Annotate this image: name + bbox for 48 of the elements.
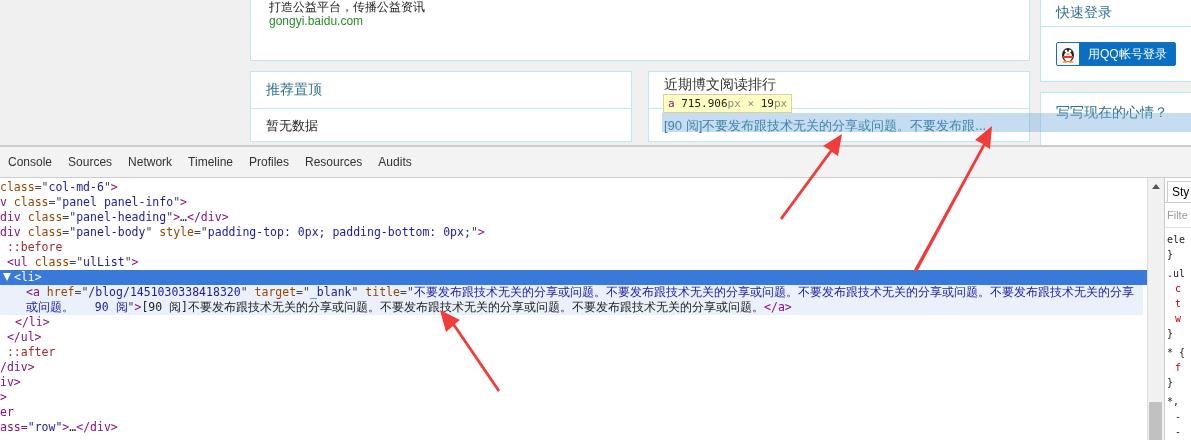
panel-heading: 推荐置顶: [266, 81, 322, 99]
size-tooltip: a 715.906px × 19px: [663, 94, 793, 113]
devtools-tab[interactable]: Audits: [370, 155, 420, 169]
style-rule-text: t: [1174, 297, 1183, 311]
style-rule-text: }: [1167, 376, 1175, 390]
code-line[interactable]: class="col-md-6">: [0, 180, 1147, 195]
code-line[interactable]: div class="panel-heading">…</div>: [0, 210, 1147, 225]
code-line[interactable]: /div>: [0, 360, 1147, 375]
style-rule-text: * {: [1167, 346, 1187, 360]
styles-tab[interactable]: Sty: [1167, 181, 1191, 202]
devtools-tab[interactable]: Network: [120, 155, 181, 169]
scroll-up-icon[interactable]: [1152, 184, 1160, 189]
devtools-tab[interactable]: Profiles: [241, 155, 297, 169]
code-line[interactable]: ::after: [0, 345, 1147, 360]
style-rule-text: ele: [1167, 233, 1187, 247]
devtools-tab[interactable]: Timeline: [180, 155, 241, 169]
style-rule-text: c: [1174, 282, 1183, 296]
scroll-thumb[interactable]: [1149, 402, 1162, 440]
style-rule-text: }: [1167, 248, 1175, 262]
style-rule-text: -: [1174, 410, 1183, 424]
style-rule-text: }: [1167, 327, 1175, 341]
code-line[interactable]: <ul class="ulList">: [0, 255, 1147, 270]
devtools-tab[interactable]: Sources: [60, 155, 121, 169]
code-line[interactable]: ass="row">…</div>: [0, 420, 1147, 435]
panel-heading: 快速登录: [1056, 4, 1112, 22]
panel-heading: 写写现在的心情？: [1056, 104, 1168, 122]
code-line[interactable]: </ul>: [0, 330, 1147, 345]
style-rule-text: .ul: [1167, 267, 1187, 281]
style-rule-text: w: [1174, 312, 1183, 326]
devtools-tab[interactable]: Resources: [297, 155, 371, 169]
code-line[interactable]: er: [0, 405, 1147, 420]
devtools-tab[interactable]: Console: [0, 155, 61, 169]
code-line[interactable]: ::before: [0, 240, 1147, 255]
code-line[interactable]: div class="panel-body" style="padding-top: 0px; padding-bottom: 0px;">: [0, 225, 1147, 240]
qq-login-button[interactable]: 用QQ帐号登录: [1056, 42, 1176, 66]
style-rule-text: f: [1174, 361, 1183, 375]
slogan-text: 打造公益平台，传播公益资讯: [269, 0, 425, 14]
site-link[interactable]: gongyi.baidu.com: [269, 14, 364, 28]
style-rule-text: *,: [1167, 395, 1181, 409]
code-line[interactable]: </li>: [0, 315, 1147, 330]
code-line[interactable]: >: [0, 390, 1147, 405]
code-line[interactable]: iv>: [0, 375, 1147, 390]
panel-heading: 近期博文阅读排行: [664, 76, 776, 94]
scrollbar[interactable]: [1147, 178, 1164, 440]
penguin-icon: [1060, 45, 1076, 63]
style-rule-text: -: [1174, 425, 1183, 439]
code-line[interactable]: v class="panel panel-info">: [0, 195, 1147, 210]
empty-text: 暂无数据: [266, 116, 318, 135]
